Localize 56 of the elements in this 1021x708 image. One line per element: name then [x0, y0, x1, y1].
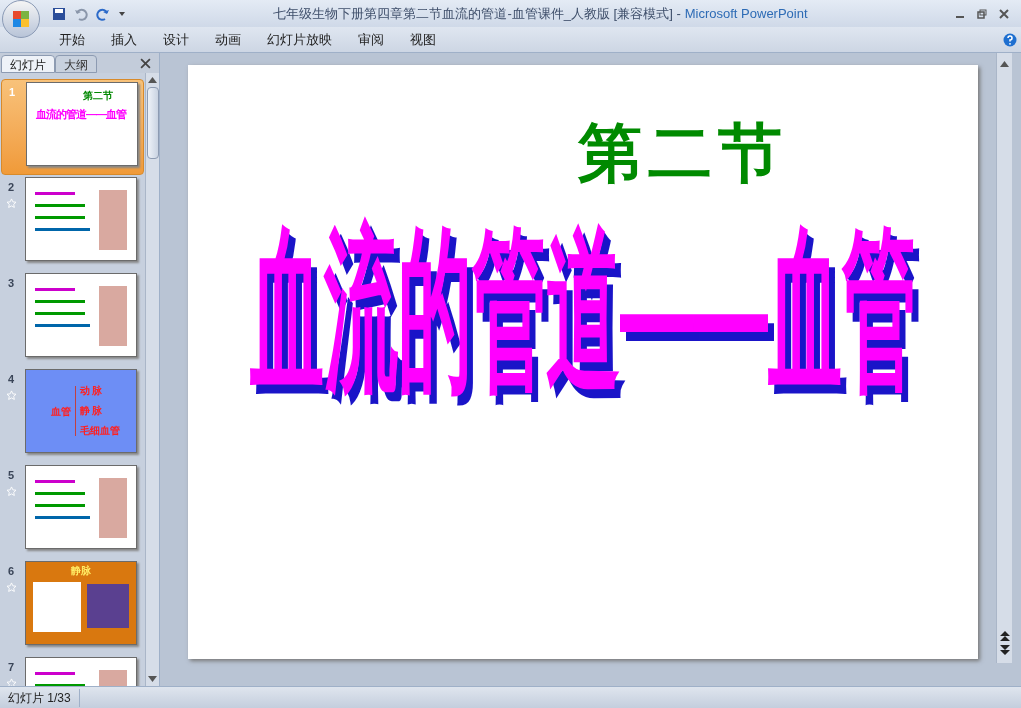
thumbnail-text: 静脉 [71, 566, 91, 576]
vertical-scrollbar[interactable] [996, 53, 1012, 663]
slide-list-item[interactable]: 6 静脉 [1, 559, 144, 655]
next-slide-icon[interactable] [999, 645, 1010, 655]
vertical-scrollbar[interactable] [145, 73, 159, 686]
slide-number: 3 [7, 276, 15, 291]
thumbnail-text: 静 脉 [79, 406, 104, 416]
scroll-up-icon[interactable] [1000, 61, 1009, 67]
close-icon[interactable] [999, 8, 1009, 19]
slide-number: 7 [7, 660, 15, 675]
slide-list-item[interactable]: 1 第二节 血流的管道——血管 [1, 79, 144, 175]
slide-subtitle: 第二节 [578, 121, 788, 185]
scrollbar-thumb[interactable] [146, 87, 159, 159]
help-icon[interactable] [1003, 32, 1017, 47]
ribbon-tab[interactable]: 动画 [202, 28, 254, 51]
ribbon-tab[interactable]: 插入 [98, 28, 150, 51]
redo-icon[interactable] [96, 6, 110, 21]
slide-thumbnail[interactable] [25, 465, 137, 549]
slide-list-item[interactable]: 4 血管 动 脉 静 脉 毛细血管 [1, 367, 144, 463]
previous-slide-icon[interactable] [999, 631, 1010, 641]
ribbon-tab[interactable]: 审阅 [345, 28, 397, 51]
slide-thumbnail[interactable]: 第二节 血流的管道——血管 [26, 82, 138, 166]
ribbon-tab[interactable]: 视图 [397, 28, 449, 51]
thumbnail-text: 毛细血管 [79, 426, 120, 436]
ribbon-tab[interactable]: 幻灯片放映 [254, 28, 345, 51]
window-title: 七年级生物下册第四章第二节血流的管道-血管课件_人教版 [兼容模式] - [273, 4, 681, 23]
scroll-up-icon[interactable] [148, 77, 157, 83]
panel-tab[interactable]: 幻灯片 [1, 55, 55, 73]
panel-tab[interactable]: 大纲 [55, 55, 97, 73]
app-name: Microsoft PowerPoint [684, 4, 808, 23]
slide-number: 6 [7, 564, 15, 579]
dropdown-icon[interactable] [118, 9, 126, 18]
restore-icon[interactable] [977, 8, 987, 19]
slide-list-item[interactable]: 2 [1, 175, 144, 271]
slide-number: 1 [8, 85, 16, 100]
slide-list-item[interactable]: 7 [1, 655, 144, 686]
slide-title: 血流的管道——血管 [249, 208, 917, 411]
thumbnail-text: 动 脉 [79, 386, 104, 396]
slide-list-item[interactable]: 3 [1, 271, 144, 367]
office-logo-icon [11, 8, 31, 29]
slide-number: 2 [7, 180, 15, 195]
slide-thumbnail[interactable] [25, 273, 137, 357]
scroll-down-icon[interactable] [148, 676, 157, 682]
thumbnail-text: 血管 [50, 404, 71, 419]
slide-counter: 幻灯片 1/33 [0, 688, 80, 707]
save-icon[interactable] [52, 6, 66, 21]
thumbnail-subtitle: 第二节 [83, 91, 113, 101]
ribbon-tab[interactable]: 设计 [150, 28, 202, 51]
slide-number: 4 [7, 372, 15, 387]
slide-number: 5 [7, 468, 15, 483]
slide-thumbnail[interactable] [25, 177, 137, 261]
thumbnail-title: 血流的管道——血管 [36, 109, 128, 120]
close-icon[interactable] [140, 58, 151, 69]
slide-list-item[interactable]: 5 [1, 463, 144, 559]
office-button[interactable] [2, 0, 40, 38]
ribbon-tab[interactable]: 开始 [46, 28, 98, 51]
